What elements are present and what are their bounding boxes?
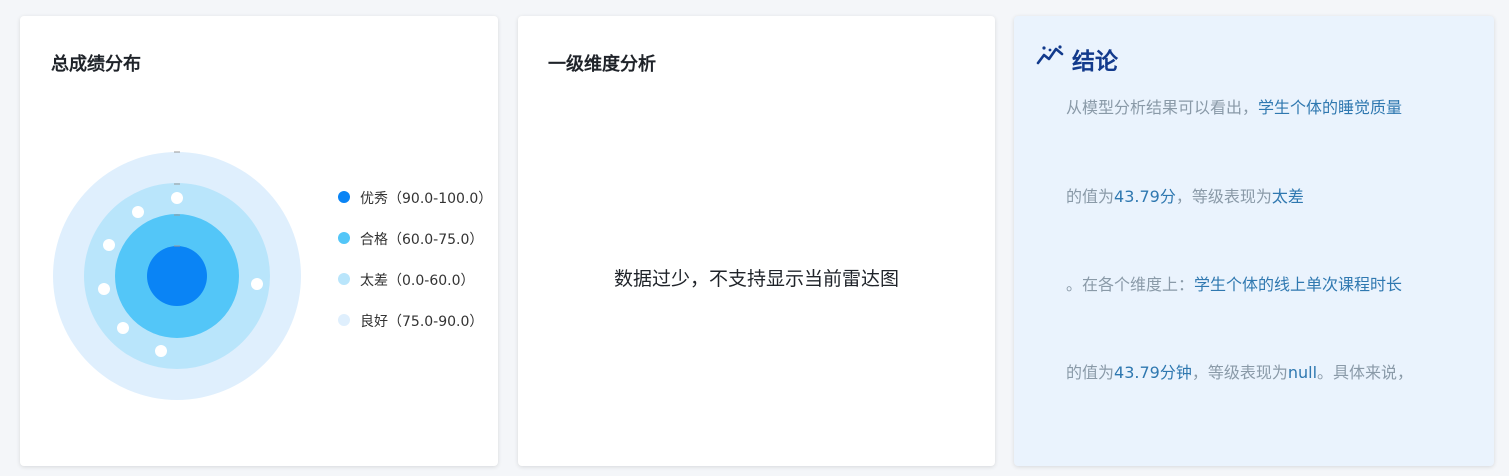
scatter-point <box>155 345 167 357</box>
highlight-text: 太差 <box>1271 187 1304 206</box>
conclusion-text: ，等级表现为 <box>1175 187 1272 206</box>
highlight-text: 43.79分 <box>1114 187 1176 206</box>
ring-excellent[interactable] <box>147 246 207 306</box>
scatter-point <box>171 192 183 204</box>
legend-dot <box>338 273 350 285</box>
legend-label: 良好（75.0-90.0） <box>360 314 484 330</box>
scatter-point <box>117 322 129 334</box>
conclusion-line: 。在各个维度上：学生个体的线上单次课程时长 <box>1066 271 1402 295</box>
conclusion-line: 的值为43.79分钟，等级表现为null。具体来说， <box>1066 359 1413 383</box>
total-score-card: 总成绩分布 优秀（90.0-100.0） 合格（60.0-75.0） 太差（0.… <box>20 16 498 466</box>
dimension-analysis-title: 一级维度分析 <box>548 54 656 75</box>
scatter-point <box>251 278 263 290</box>
radar-empty-message: 数据过少，不支持显示当前雷达图 <box>613 268 899 290</box>
highlight-text: 学生个体的线上单次课程时长 <box>1194 275 1403 294</box>
legend-dot <box>338 232 350 244</box>
conclusion-text: 的值为 <box>1066 363 1115 382</box>
conclusion-line: 从模型分析结果可以看出，学生个体的睡觉质量 <box>1066 94 1402 118</box>
highlight-text: 43.79分钟 <box>1114 363 1192 382</box>
trend-chart-icon <box>1036 45 1064 65</box>
conclusion-text: ，等级表现为 <box>1191 363 1288 382</box>
conclusion-text: 的值为 <box>1066 187 1115 206</box>
conclusion-text: 从模型分析结果可以看出， <box>1066 98 1259 117</box>
legend-label: 合格（60.0-75.0） <box>360 232 484 248</box>
highlight-text: 学生个体的睡觉质量 <box>1258 98 1403 117</box>
scatter-point <box>103 239 115 251</box>
conclusion-card: 结论 从模型分析结果可以看出，学生个体的睡觉质量 的值为43.79分，等级表现为… <box>1014 16 1494 466</box>
conclusion-text: 。在各个维度上： <box>1066 275 1195 294</box>
highlight-text: null <box>1287 363 1318 382</box>
legend-dot <box>338 191 350 203</box>
legend-label: 太差（0.0-60.0） <box>360 273 475 289</box>
scatter-point <box>132 206 144 218</box>
legend-label: 优秀（90.0-100.0） <box>360 191 493 207</box>
conclusion-line: 的值为43.79分，等级表现为太差 <box>1066 183 1304 207</box>
legend-dot <box>338 314 350 326</box>
scatter-point <box>98 283 110 295</box>
dimension-analysis-card: 一级维度分析 数据过少，不支持显示当前雷达图 <box>518 16 995 466</box>
conclusion-title: 结论 <box>1072 49 1118 75</box>
conclusion-text: 。具体来说， <box>1317 363 1414 382</box>
